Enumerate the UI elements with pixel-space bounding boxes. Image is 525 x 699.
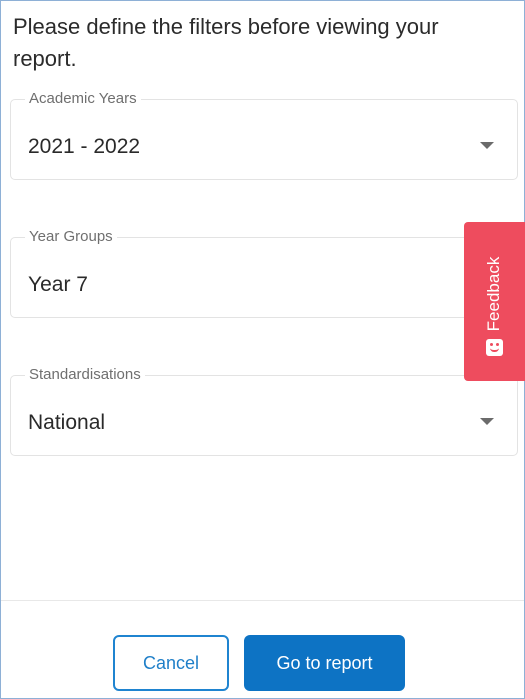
standardisations-label: Standardisations: [25, 365, 145, 385]
chevron-down-icon[interactable]: [480, 142, 494, 149]
academic-years-value: 2021 - 2022: [28, 135, 141, 158]
year-groups-select[interactable]: Year Groups Year 7: [10, 227, 518, 318]
academic-years-label: Academic Years: [25, 89, 141, 109]
year-groups-value: Year 7: [28, 273, 88, 296]
smiley-face-icon: [486, 339, 503, 356]
year-groups-label: Year Groups: [25, 227, 117, 247]
footer-divider: [1, 600, 524, 601]
cancel-button[interactable]: Cancel: [113, 635, 229, 691]
standardisations-select[interactable]: Standardisations National: [10, 365, 518, 456]
feedback-tab[interactable]: Feedback: [464, 222, 525, 381]
academic-years-select[interactable]: Academic Years 2021 - 2022: [10, 89, 518, 180]
standardisations-value: National: [28, 411, 106, 434]
feedback-label: Feedback: [484, 256, 503, 332]
chevron-down-icon[interactable]: [480, 418, 494, 425]
filter-dialog: Please define the filters before viewing…: [0, 0, 525, 699]
go-to-report-button[interactable]: Go to report: [244, 635, 405, 691]
instruction-text: Please define the filters before viewing…: [13, 14, 439, 71]
